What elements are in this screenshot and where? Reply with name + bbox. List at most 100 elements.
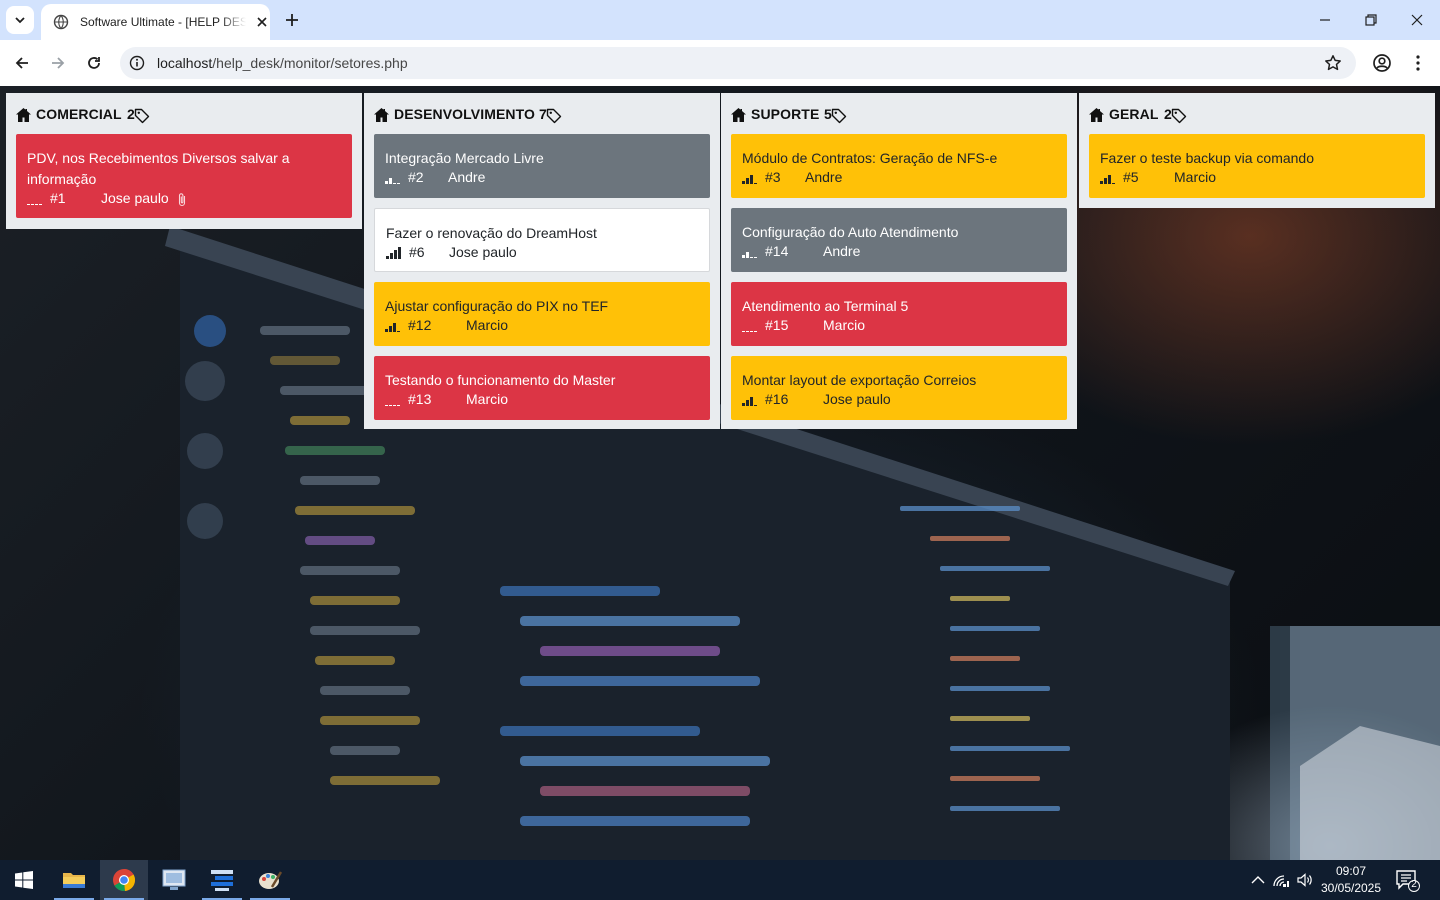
tag-icon (134, 108, 150, 124)
priority-signal-icon (27, 204, 42, 205)
chrome-icon (113, 869, 136, 892)
ticket-card[interactable]: Atendimento ao Terminal 5 #15 Marcio (731, 282, 1067, 346)
windows-taskbar (0, 860, 1440, 900)
priority-signal-icon (742, 397, 757, 406)
paint-icon (259, 871, 282, 889)
browser-tab-active[interactable]: Software Ultimate - [HELP DESK] (41, 4, 270, 40)
ticket-title: Atendimento ao Terminal 5 (742, 298, 909, 314)
url-path: /help_desk/monitor/setores.php (212, 55, 408, 71)
ticket-meta: #12 Marcio (385, 317, 705, 335)
site-info-icon[interactable] (129, 55, 145, 71)
notification-count: 2 (1411, 879, 1417, 890)
ticket-title: Ajustar configuração do PIX no TEF (385, 298, 609, 314)
tag-icon (546, 108, 562, 124)
ticket-meta: #16 Jose paulo (742, 391, 1062, 409)
forward-button[interactable] (46, 51, 70, 75)
priority-signal-icon (742, 331, 757, 332)
ticket-user: Jose paulo (449, 244, 517, 260)
system-clock[interactable]: 09:07 30/05/2025 (1318, 863, 1384, 897)
ticket-card[interactable]: PDV, nos Recebimentos Diversos salvar a … (16, 134, 352, 218)
home-icon (1089, 108, 1104, 122)
close-window-button[interactable] (1405, 8, 1429, 32)
taskbar-editor[interactable] (198, 860, 246, 900)
ticket-card[interactable]: Ajustar configuração do PIX no TEF #12 M… (374, 282, 710, 346)
ticket-number: #16 (765, 391, 789, 407)
taskbar-file-explorer[interactable] (50, 860, 98, 900)
arrow-right-icon (52, 57, 65, 69)
ticket-title: Módulo de Contratos: Geração de NFS-e (742, 150, 998, 166)
ticket-number: #5 (1123, 169, 1139, 185)
ticket-title: Configuração do Auto Atendimento (742, 224, 959, 240)
browser-menu-button[interactable] (1406, 51, 1430, 75)
ticket-number: #15 (765, 317, 789, 333)
ticket-user: Jose paulo (823, 391, 891, 407)
windows-start-icon (15, 871, 33, 889)
action-center-button[interactable]: 2 (1396, 870, 1420, 892)
column-title: DESENVOLVIMENTO (394, 106, 536, 122)
taskbar-remote-desktop[interactable] (150, 860, 198, 900)
ticket-title: Integração Mercado Livre (385, 150, 544, 166)
folder-icon (63, 873, 85, 888)
column-header: GERAL 2 (1079, 93, 1435, 133)
chevron-up-icon[interactable] (1249, 872, 1267, 888)
new-tab-button[interactable] (282, 10, 302, 30)
home-icon (16, 108, 31, 122)
address-bar[interactable]: localhost/help_desk/monitor/setores.php (120, 47, 1356, 79)
start-button[interactable] (0, 860, 48, 900)
ticket-meta: #2 Andre (385, 169, 705, 187)
reload-button[interactable] (82, 51, 106, 75)
ticket-meta: #3 Andre (742, 169, 1062, 187)
network-icon[interactable] (1272, 872, 1290, 888)
paperclip-icon (178, 193, 186, 207)
restore-icon (1365, 14, 1377, 26)
arrow-left-icon (15, 57, 28, 69)
ticket-meta: #15 Marcio (742, 317, 1062, 335)
reload-icon (88, 57, 100, 69)
ticket-user: Marcio (466, 317, 509, 333)
url-text[interactable]: localhost/help_desk/monitor/setores.php (157, 55, 408, 71)
ticket-number: #3 (765, 169, 781, 185)
ticket-card[interactable]: Testando o funcionamento do Master #13 M… (374, 356, 710, 420)
ticket-card[interactable]: Configuração do Auto Atendimento #14 And… (731, 208, 1067, 272)
home-icon (731, 108, 746, 122)
minimize-icon (1320, 19, 1330, 21)
ticket-title: Testando o funcionamento do Master (385, 372, 616, 388)
column-suporte: SUPORTE 5 Módulo de Contratos: Geração d… (721, 93, 1077, 429)
ticket-user: Marcio (1174, 169, 1217, 185)
ticket-card[interactable]: Integração Mercado Livre #2 Andre (374, 134, 710, 198)
volume-icon[interactable] (1296, 872, 1314, 888)
restore-button[interactable] (1359, 8, 1383, 32)
column-comercial: COMERCIAL 2 PDV, nos Recebimentos Divers… (6, 93, 362, 229)
home-icon (374, 108, 389, 122)
taskbar-chrome[interactable] (100, 860, 148, 900)
tab-close-icon[interactable] (254, 14, 270, 30)
priority-signal-icon (742, 252, 757, 258)
account-icon (1373, 54, 1391, 72)
column-title: SUPORTE (751, 106, 820, 122)
column-header: COMERCIAL 2 (6, 93, 362, 133)
taskbar-paint[interactable] (246, 860, 294, 900)
ticket-card[interactable]: Fazer o renovação do DreamHost #6 Jose p… (374, 208, 710, 272)
ticket-card[interactable]: Módulo de Contratos: Geração de NFS-e #3… (731, 134, 1067, 198)
ticket-title: Fazer o renovação do DreamHost (386, 225, 597, 241)
ticket-card[interactable]: Montar layout de exportação Correios #16… (731, 356, 1067, 420)
minimize-button[interactable] (1313, 8, 1337, 32)
priority-signal-icon (385, 405, 400, 406)
bookmark-star-icon[interactable] (1324, 54, 1342, 72)
priority-signal-icon (385, 178, 400, 184)
url-host: localhost (157, 55, 213, 71)
back-button[interactable] (10, 51, 34, 75)
ticket-user: Andre (805, 169, 843, 185)
ticket-user: Andre (448, 169, 486, 185)
priority-signal-icon (386, 247, 401, 259)
ticket-user: Marcio (823, 317, 866, 333)
tab-search-button[interactable] (6, 6, 34, 34)
column-title: GERAL (1109, 106, 1159, 122)
profile-button[interactable] (1370, 51, 1394, 75)
ticket-meta: #14 Andre (742, 243, 1062, 261)
ticket-user: Andre (823, 243, 861, 259)
tag-icon (831, 108, 847, 124)
ticket-card[interactable]: Fazer o teste backup via comando #5 Marc… (1089, 134, 1425, 198)
priority-signal-icon (1100, 175, 1115, 184)
ticket-title: Montar layout de exportação Correios (742, 372, 977, 388)
